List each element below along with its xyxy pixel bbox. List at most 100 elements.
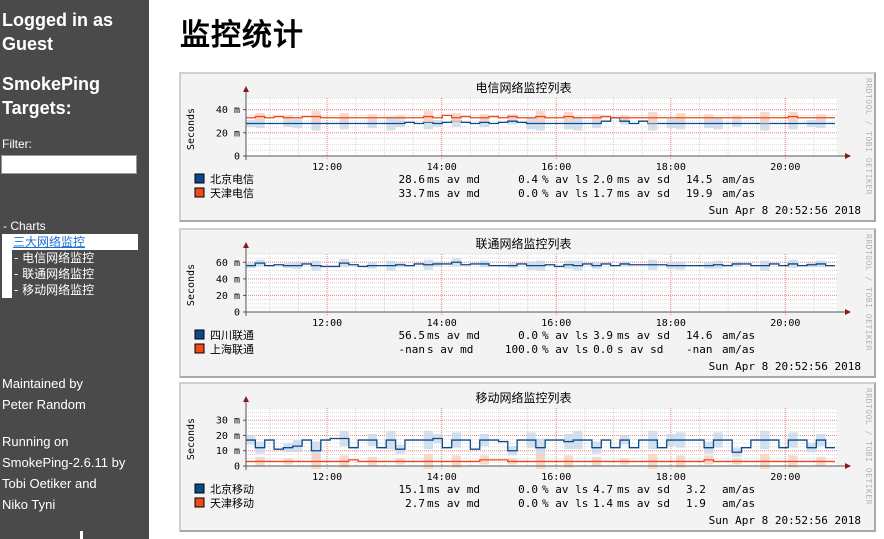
legend-median-unit: ms av md <box>427 187 480 200</box>
legend-median: 28.6 <box>399 173 426 186</box>
legend-median: 2.7 <box>405 497 425 510</box>
chart-svg: 联通网络监控列表 12:00 14:00 16:00 18:00 20:00 0 20 m 40… <box>186 234 873 373</box>
legend-name: 天津移动 <box>210 497 254 510</box>
rrdtool-watermark: RRDTOOL / TOBI OETIKER <box>864 234 873 351</box>
legend-sd-unit: ms av sd <box>617 329 670 342</box>
legend-sd: 1.4 <box>593 497 613 510</box>
tree-item-telecom[interactable]: - 电信网络监控 <box>14 250 94 266</box>
x-tick-label: 16:00 <box>541 162 571 173</box>
chart-panel-unicom[interactable]: 联通网络监控列表 12:00 14:00 16:00 18:00 20:00 0 20 m 40… <box>179 228 876 378</box>
legend-amas-unit: am/as <box>722 483 755 496</box>
legend-swatch <box>194 497 205 508</box>
legend-name: 上海联通 <box>210 342 254 356</box>
y-axis-arrow-icon <box>243 86 249 92</box>
tree-item-mobile[interactable]: - 移动网络监控 <box>14 282 94 298</box>
y-tick-label: 0 <box>234 308 240 319</box>
legend-amas: -nan <box>686 343 713 356</box>
tree-item-active[interactable]: 三大网络监控 <box>2 234 138 250</box>
filter-input[interactable] <box>1 155 137 174</box>
x-tick-label: 18:00 <box>656 472 686 483</box>
legend-amas: 1.9 <box>686 497 706 510</box>
text-cursor-icon <box>80 531 83 539</box>
legend-loss-unit: % av ls <box>542 483 588 496</box>
chart-panel-telecom[interactable]: 电信网络监控列表 12:00 14:00 16:00 18:00 20:00 0 20 m 40… <box>179 72 876 222</box>
legend-median-unit: s av md <box>427 343 473 356</box>
x-tick-label: 12:00 <box>312 318 342 329</box>
legend-swatch <box>194 483 205 494</box>
legend-sd-unit: s av sd <box>617 343 663 356</box>
legend-amas-unit: am/as <box>722 329 755 342</box>
x-tick-label: 14:00 <box>427 162 457 173</box>
y-axis-label: Seconds <box>186 264 197 306</box>
chart-title: 移动网络监控列表 <box>475 390 571 405</box>
x-tick-label: 12:00 <box>312 162 342 173</box>
x-tick-label: 20:00 <box>770 472 800 483</box>
page-title: 监控统计 <box>180 18 304 53</box>
x-tick-label: 14:00 <box>427 472 457 483</box>
chart-panel-mobile[interactable]: 移动网络监控列表 12:00 14:00 16:00 18:00 20:00 0 10 m 20… <box>179 382 876 532</box>
rrdtool-watermark: RRDTOOL / TOBI OETIKER <box>864 388 873 505</box>
chart-title: 电信网络监控列表 <box>475 80 571 95</box>
legend-amas: 3.2 <box>686 483 706 496</box>
legend-median: -nan <box>399 343 426 356</box>
y-tick-label: 20 m <box>216 291 240 302</box>
legend-median: 15.1 <box>399 483 426 496</box>
y-axis-arrow-icon <box>243 396 249 402</box>
chart-timestamp: Sun Apr 8 20:52:56 2018 <box>709 514 861 527</box>
legend-swatch <box>194 343 205 354</box>
tree-item-label[interactable]: 三大网络监控 <box>13 234 85 250</box>
x-tick-label: 20:00 <box>770 162 800 173</box>
legend-median-unit: ms av md <box>427 329 480 342</box>
x-axis-arrow-icon <box>845 309 851 315</box>
y-axis-arrow-icon <box>243 242 249 248</box>
legend-amas-unit: am/as <box>722 497 755 510</box>
legend-sd-unit: ms av sd <box>617 483 670 496</box>
targets-heading: SmokePing Targets: <box>2 74 101 118</box>
legend-name: 北京移动 <box>210 482 254 496</box>
rrdtool-watermark: RRDTOOL / TOBI OETIKER <box>864 78 873 195</box>
legend-name: 天津电信 <box>210 187 254 200</box>
y-tick-label: 10 m <box>216 446 240 457</box>
running-on-label: Running on <box>2 434 69 449</box>
maintained-by-label: Maintained by <box>2 376 83 391</box>
legend-loss-unit: % av ls <box>542 497 588 510</box>
legend-median-unit: ms av md <box>427 173 480 186</box>
y-tick-label: 60 m <box>216 258 240 269</box>
legend-amas: 14.6 <box>686 329 713 342</box>
legend-sd-unit: ms av sd <box>617 187 670 200</box>
legend-sd: 2.0 <box>593 173 613 186</box>
legend-loss: 0.0 <box>518 187 538 200</box>
target-tree: 三大网络监控 - 电信网络监控 - 联通网络监控 - 移动网络监控 <box>2 234 138 298</box>
legend-amas-unit: am/as <box>722 343 755 356</box>
x-axis-arrow-icon <box>845 153 851 159</box>
x-tick-label: 12:00 <box>312 472 342 483</box>
legend-swatch <box>194 329 205 340</box>
y-tick-label: 20 m <box>216 128 240 139</box>
y-tick-label: 0 <box>234 462 240 473</box>
legend-sd-unit: ms av sd <box>617 173 670 186</box>
version-line: SmokePing-2.6.11 by <box>2 455 126 470</box>
legend-loss-unit: % av ls <box>542 173 588 186</box>
legend-sd-unit: ms av sd <box>617 497 670 510</box>
legend-median: 56.5 <box>399 329 426 342</box>
tree-item-unicom[interactable]: - 联通网络监控 <box>14 266 94 282</box>
chart-timestamp: Sun Apr 8 20:52:56 2018 <box>709 360 861 373</box>
legend-sd: 4.7 <box>593 483 613 496</box>
chart-timestamp: Sun Apr 8 20:52:56 2018 <box>709 204 861 217</box>
legend-loss: 0.0 <box>518 483 538 496</box>
login-status: Logged in as Guest <box>2 10 114 54</box>
legend-swatch <box>194 173 205 184</box>
chart-svg: 电信网络监控列表 12:00 14:00 16:00 18:00 20:00 0 20 m 40… <box>186 78 873 217</box>
legend-loss: 100.0 <box>505 343 538 356</box>
legend-amas-unit: am/as <box>722 173 755 186</box>
legend-median-unit: ms av md <box>427 497 480 510</box>
legend-name: 四川联通 <box>210 329 254 342</box>
author-line-1: Tobi Oetiker and <box>2 476 97 491</box>
legend-amas-unit: am/as <box>722 187 755 200</box>
tree-node-charts[interactable]: - Charts <box>3 219 46 233</box>
legend-median-unit: ms av md <box>427 483 480 496</box>
x-tick-label: 18:00 <box>656 318 686 329</box>
legend-amas: 19.9 <box>686 187 713 200</box>
legend-sd: 1.7 <box>593 187 613 200</box>
x-tick-label: 14:00 <box>427 318 457 329</box>
